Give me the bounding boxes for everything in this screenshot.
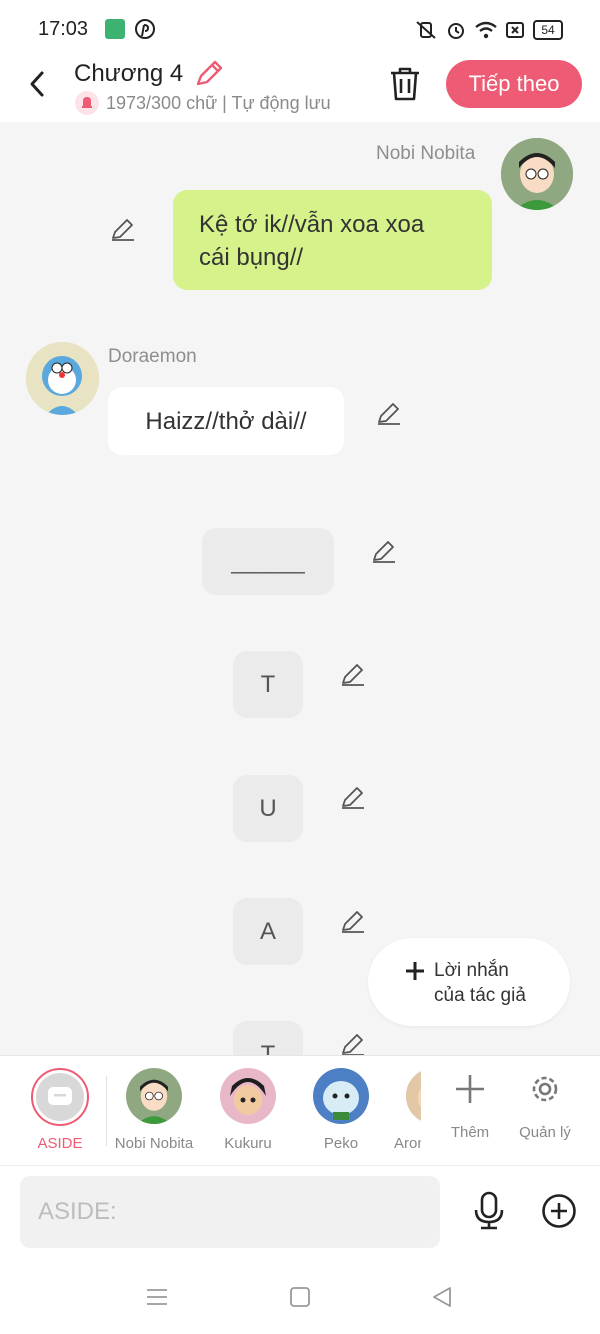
back-arrow-icon[interactable] — [26, 70, 48, 98]
edit-message-icon[interactable] — [371, 538, 397, 564]
character-peko[interactable] — [313, 1068, 369, 1124]
character-label-kukuru: Kukuru — [224, 1135, 272, 1152]
kukuru-avatar-icon — [220, 1068, 276, 1124]
character-label-aron: Aron — [394, 1135, 421, 1152]
avatar-doraemon[interactable] — [26, 342, 99, 415]
menu-nav-icon[interactable] — [146, 1287, 168, 1307]
app-green-icon — [105, 19, 125, 39]
chat-bubble-icon — [48, 1087, 72, 1105]
speaker-name-doraemon: Doraemon — [108, 346, 197, 367]
battery-level: 54 — [541, 23, 555, 37]
character-kukuru[interactable] — [220, 1068, 276, 1124]
message-line-2: cái bụng// — [199, 244, 304, 271]
plus-icon — [406, 962, 424, 980]
character-aron[interactable] — [406, 1068, 421, 1124]
character-aside[interactable] — [31, 1068, 89, 1126]
aside-avatar — [36, 1073, 84, 1121]
speaker-name-nobita: Nobi Nobita — [376, 143, 476, 164]
edit-message-icon[interactable] — [340, 784, 366, 810]
mute-vibrate-icon — [416, 21, 436, 39]
message-bubble-doraemon[interactable]: Haizz//thở dài// — [108, 387, 344, 455]
aron-avatar-icon — [406, 1068, 421, 1124]
word-count-status: 1973/300 chữ | Tự động lưu — [106, 93, 331, 113]
nobita-avatar-icon — [126, 1068, 182, 1124]
edit-message-icon[interactable] — [340, 661, 366, 687]
edit-message-icon[interactable] — [376, 400, 402, 426]
doraemon-avatar-icon — [26, 342, 99, 415]
author-note-button[interactable]: Lời nhắn của tác giả — [368, 938, 570, 1026]
page-title: Chương 4 — [74, 60, 184, 87]
composer-bar — [0, 1165, 600, 1334]
aside-bubble[interactable]: ______ — [202, 528, 334, 595]
nobita-avatar-icon — [501, 138, 573, 210]
manage-label[interactable]: Quản lý — [495, 1124, 595, 1141]
alarm-icon — [448, 23, 464, 39]
trash-icon[interactable] — [388, 66, 422, 102]
status-time: 17:03 — [38, 18, 89, 40]
gear-icon[interactable] — [528, 1072, 562, 1106]
aside-bubble[interactable]: U — [233, 775, 303, 842]
wifi-icon — [475, 21, 497, 39]
battery-icon: 54 — [533, 20, 563, 40]
aside-bubble[interactable]: T — [233, 651, 303, 718]
author-note-label: Lời nhắn của tác giả — [434, 958, 526, 1008]
header-bar: Chương 4 1973/300 chữ | Tự động lưu Tiếp… — [0, 60, 600, 122]
sim-icon — [506, 22, 524, 38]
edit-message-icon[interactable] — [340, 908, 366, 934]
message-bubble-nobita[interactable]: Kệ tớ ik//vẫn xoa xoa cái bụng// — [173, 190, 492, 290]
character-nobita[interactable] — [126, 1068, 182, 1124]
aside-bubble[interactable]: A — [233, 898, 303, 965]
message-line-1: Kệ tớ ik//vẫn xoa xoa — [199, 211, 425, 238]
microphone-icon[interactable] — [472, 1191, 506, 1231]
author-note-line-2: của tác giả — [434, 985, 526, 1006]
edit-message-icon[interactable] — [110, 216, 136, 242]
edit-title-icon[interactable] — [194, 60, 224, 88]
peko-avatar-icon — [313, 1068, 369, 1124]
message-input[interactable] — [20, 1176, 440, 1248]
add-circle-icon[interactable] — [541, 1193, 577, 1229]
next-button[interactable]: Tiếp theo — [446, 60, 582, 108]
character-aron-clip: Aron — [390, 1056, 421, 1166]
bell-icon — [75, 91, 99, 115]
character-label-nobita: Nobi Nobita — [114, 1135, 194, 1152]
add-character-icon[interactable] — [454, 1073, 486, 1105]
back-nav-icon[interactable] — [431, 1286, 453, 1308]
avatar-nobita[interactable] — [501, 138, 573, 210]
author-note-line-1: Lời nhắn — [434, 960, 509, 981]
character-bar: ASIDE Nobi Nobita Kukuru Peko Aro Thêm Q… — [0, 1055, 600, 1166]
character-label-aside: ASIDE — [37, 1135, 83, 1152]
edit-message-icon[interactable] — [340, 1031, 366, 1057]
status-bar: 17:03 54 — [0, 0, 600, 60]
home-nav-icon[interactable] — [289, 1286, 311, 1308]
character-label-peko: Peko — [323, 1135, 359, 1152]
pinterest-icon — [135, 19, 155, 39]
